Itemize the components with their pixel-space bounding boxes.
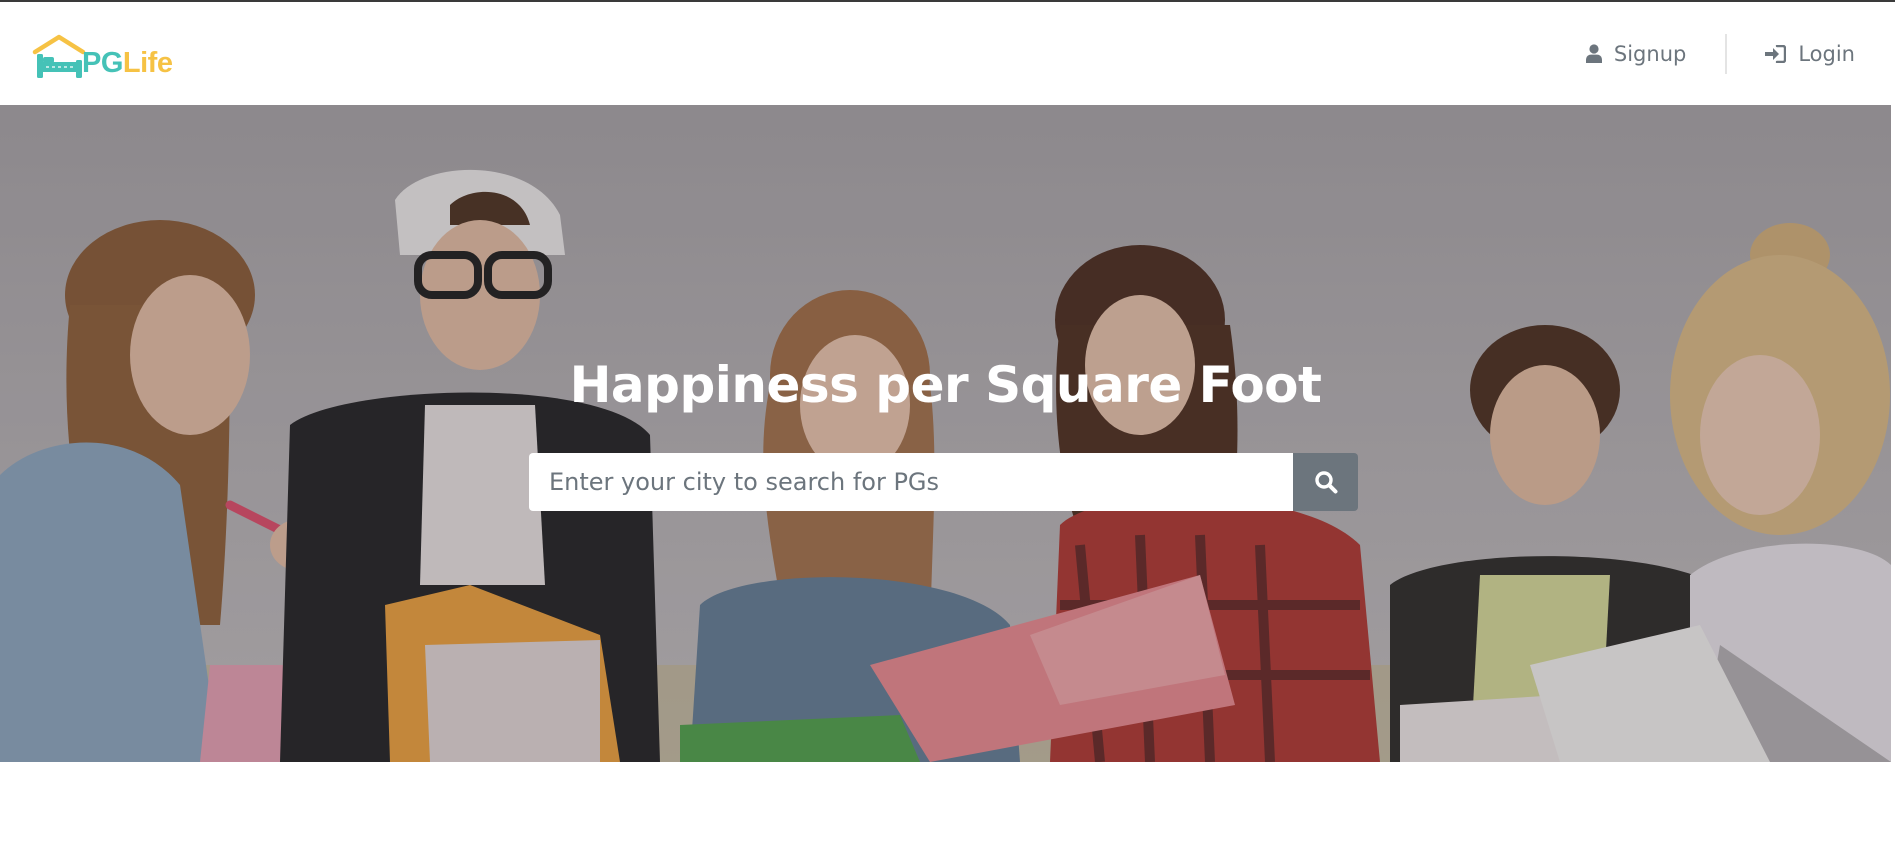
- brand-logo-link[interactable]: PGLife: [32, 32, 173, 80]
- nav-divider: [1725, 33, 1728, 74]
- house-bed-logo-icon: [32, 34, 86, 78]
- hero-title: Happiness per Square Foot: [569, 356, 1322, 414]
- search-icon: [1314, 471, 1337, 494]
- city-search-input[interactable]: [529, 453, 1293, 511]
- page: PGLife Signup Login Happiness per Square…: [0, 0, 1895, 842]
- hero-banner: Happiness per Square Foot: [0, 105, 1891, 762]
- brand-name-life: Life: [122, 47, 173, 79]
- page-content-area: [0, 762, 1895, 842]
- hero-dim-overlay: [0, 105, 1891, 762]
- nav-links: Signup Login: [1585, 2, 1895, 105]
- user-icon: [1585, 44, 1602, 63]
- brand-name-pg: PG: [82, 47, 123, 79]
- scrollbar-gutter: [1891, 105, 1895, 762]
- login-label: Login: [1798, 41, 1855, 66]
- signup-label: Signup: [1613, 41, 1687, 66]
- sign-in-icon: [1765, 44, 1787, 63]
- navbar: PGLife Signup Login: [0, 2, 1895, 105]
- city-search-form: [529, 453, 1358, 511]
- login-link[interactable]: Login: [1765, 34, 1855, 74]
- signup-link[interactable]: Signup: [1585, 34, 1687, 74]
- search-button[interactable]: [1293, 453, 1358, 511]
- brand-name: PGLife: [82, 47, 173, 79]
